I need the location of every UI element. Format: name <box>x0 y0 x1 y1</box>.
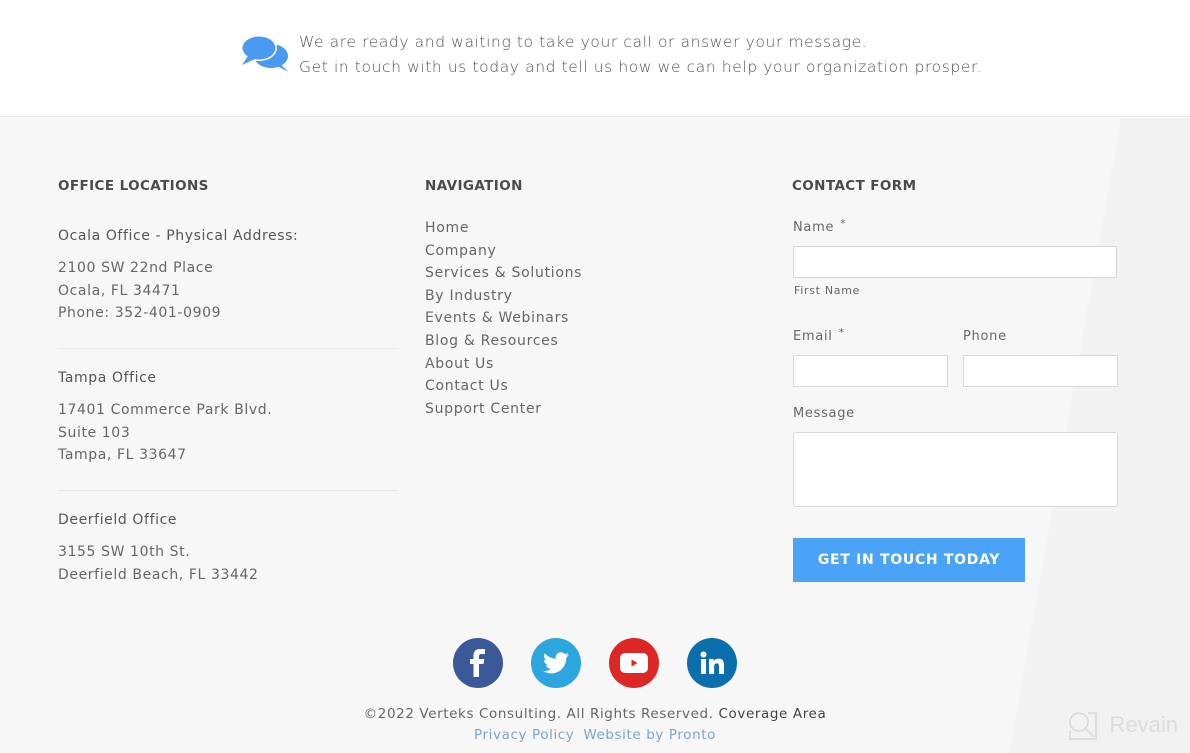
office-address-deerfield: 3155 SW 10th St. Deerfield Beach, FL 334… <box>58 541 259 586</box>
get-in-touch-button[interactable]: GET IN TOUCH TODAY <box>793 538 1025 582</box>
nav-link-blog-resources[interactable]: Blog & Resources <box>425 330 582 353</box>
name-label-text: Name <box>793 220 835 235</box>
address-line: Ocala, FL 34471 <box>58 282 181 299</box>
footer-nav: Home Company Services & Solutions By Ind… <box>425 217 582 420</box>
address-line: 17401 Commerce Park Blvd. <box>58 402 273 418</box>
address-line: 3155 SW 10th St. <box>58 544 191 560</box>
nav-link-by-industry[interactable]: By Industry <box>425 285 582 308</box>
address-line: 2100 SW 22nd Place <box>58 260 214 276</box>
facebook-link[interactable] <box>453 638 503 688</box>
chat-bubbles-icon <box>241 35 289 72</box>
address-line: Deerfield Beach, FL 33442 <box>58 566 259 583</box>
office-divider <box>58 490 398 491</box>
copyright-line: ©2022 Verteks Consulting. All Rights Res… <box>0 706 1190 722</box>
cta-line-2: Get in touch with us today and tell us h… <box>299 58 983 76</box>
contact-form-heading: CONTACT FORM <box>792 178 917 194</box>
facebook-icon <box>470 649 485 677</box>
linkedin-icon <box>700 651 724 674</box>
nav-link-home[interactable]: Home <box>425 217 582 240</box>
cta-band: We are ready and waiting to take your ca… <box>0 0 1190 117</box>
first-name-input[interactable] <box>793 246 1117 278</box>
office-name-ocala: Ocala Office - Physical Address: <box>58 228 299 244</box>
phone-input[interactable] <box>963 355 1118 387</box>
twitter-icon <box>543 652 569 674</box>
nav-link-events-webinars[interactable]: Events & Webinars <box>425 307 582 330</box>
watermark-text: Revain <box>1109 712 1178 737</box>
required-marker: * <box>838 326 845 339</box>
nav-link-about-us[interactable]: About Us <box>425 353 582 376</box>
website-by-pronto-link[interactable]: Website by Pronto <box>583 727 716 743</box>
coverage-area-link[interactable]: Coverage Area <box>718 706 826 722</box>
office-locations-heading: OFFICE LOCATIONS <box>58 178 209 194</box>
phone-line[interactable]: Phone: 352-401-0909 <box>58 302 221 325</box>
name-label: Name * <box>793 217 847 235</box>
revain-watermark: Revain <box>1066 709 1178 741</box>
youtube-link[interactable] <box>609 638 659 688</box>
message-textarea[interactable] <box>793 432 1118 507</box>
required-marker: * <box>840 217 847 230</box>
youtube-icon <box>620 653 648 673</box>
privacy-policy-link[interactable]: Privacy Policy <box>474 727 574 743</box>
office-name-deerfield: Deerfield Office <box>58 512 178 528</box>
office-address-tampa: 17401 Commerce Park Blvd. Suite 103 Tamp… <box>58 399 272 467</box>
cta-line-1: We are ready and waiting to take your ca… <box>299 33 868 51</box>
nav-link-contact-us[interactable]: Contact Us <box>425 375 582 398</box>
copyright-text: ©2022 Verteks Consulting. All Rights Res… <box>363 706 714 722</box>
site-footer: OFFICE LOCATIONS Ocala Office - Physical… <box>0 118 1190 753</box>
linkedin-link[interactable] <box>687 638 737 688</box>
office-name-tampa: Tampa Office <box>58 370 157 386</box>
address-line: Tampa, FL 33647 <box>58 447 187 464</box>
email-input[interactable] <box>793 355 948 387</box>
office-divider <box>58 348 398 349</box>
navigation-heading: NAVIGATION <box>425 178 523 194</box>
twitter-link[interactable] <box>531 638 581 688</box>
nav-link-support-center[interactable]: Support Center <box>425 398 582 421</box>
nav-link-services-solutions[interactable]: Services & Solutions <box>425 262 582 285</box>
first-name-sublabel: First Name <box>794 284 861 297</box>
address-line: Suite 103 <box>58 424 131 441</box>
message-label: Message <box>793 406 855 421</box>
nav-link-company[interactable]: Company <box>425 240 582 263</box>
office-address-ocala: 2100 SW 22nd Place Ocala, FL 34471 Phone… <box>58 257 221 325</box>
email-label: Email * <box>793 326 845 344</box>
email-label-text: Email <box>793 329 833 344</box>
revain-logo-icon <box>1068 712 1097 740</box>
legal-links: Privacy Policy Website by Pronto <box>0 727 1190 743</box>
social-links <box>453 638 737 688</box>
cta-message: We are ready and waiting to take your ca… <box>299 30 982 80</box>
phone-label: Phone <box>963 329 1007 344</box>
